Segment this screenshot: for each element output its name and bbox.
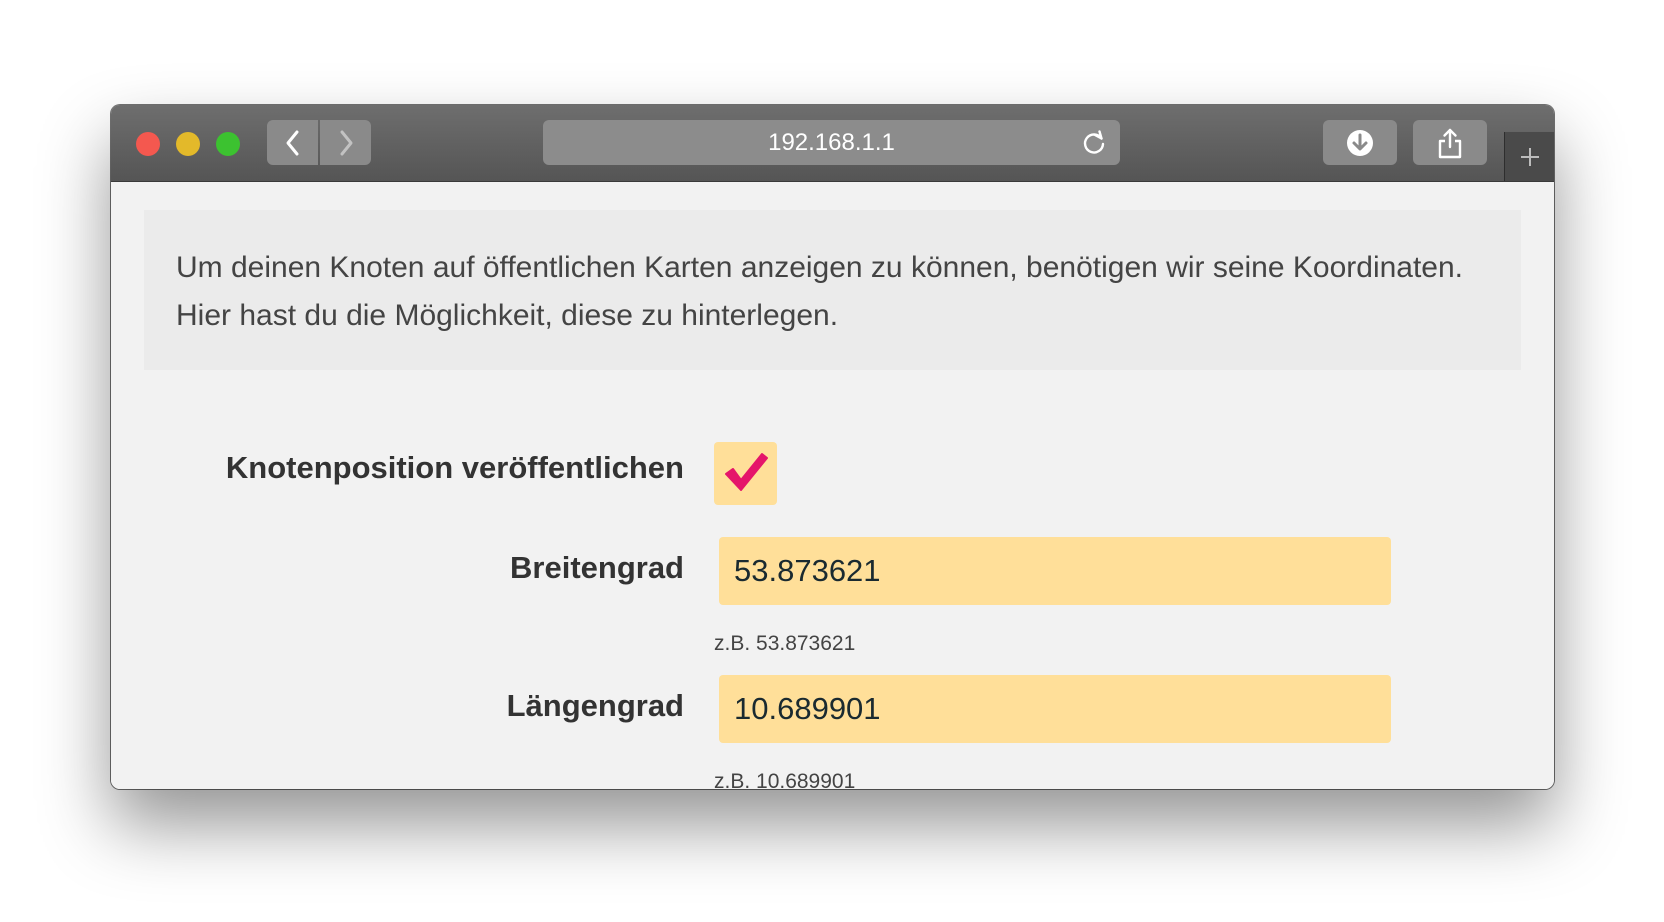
checkmark-icon	[725, 453, 768, 491]
longitude-input[interactable]	[719, 675, 1391, 743]
browser-toolbar: 192.168.1.1	[111, 105, 1554, 182]
screenshot-stage: 192.168.1.1 Um deinen Knoten auf öffentl…	[0, 0, 1664, 922]
publish-position-label: Knotenposition veröffentlichen	[225, 450, 684, 485]
new-tab-button[interactable]	[1504, 132, 1554, 181]
browser-window: 192.168.1.1 Um deinen Knoten auf öffentl…	[111, 105, 1554, 789]
latitude-input[interactable]	[719, 537, 1391, 605]
chevron-right-icon	[340, 130, 352, 155]
minimize-window-button[interactable]	[176, 132, 200, 156]
publish-position-checkbox[interactable]	[714, 442, 777, 505]
longitude-label: Längengrad	[506, 688, 684, 723]
latitude-hint: z.B. 53.873621	[714, 632, 856, 655]
zoom-window-button[interactable]	[216, 132, 240, 156]
close-window-button[interactable]	[136, 132, 160, 156]
address-bar[interactable]: 192.168.1.1	[543, 120, 1120, 165]
navigation-buttons	[267, 120, 371, 165]
page-content: Um deinen Knoten auf öffentlichen Karten…	[111, 182, 1554, 789]
intro-text: Um deinen Knoten auf öffentlichen Karten…	[144, 210, 1521, 370]
plus-icon	[1521, 147, 1539, 166]
latitude-label: Breitengrad	[510, 550, 684, 585]
share-button[interactable]	[1413, 120, 1487, 165]
chevron-left-icon	[286, 130, 298, 155]
downloads-button[interactable]	[1323, 120, 1397, 165]
longitude-hint: z.B. 10.689901	[714, 770, 856, 789]
back-button[interactable]	[267, 120, 318, 165]
address-text: 192.168.1.1	[768, 129, 895, 156]
download-icon	[1347, 129, 1373, 156]
share-icon	[1438, 128, 1462, 158]
reload-icon[interactable]	[1080, 129, 1108, 157]
forward-button[interactable]	[320, 120, 371, 165]
